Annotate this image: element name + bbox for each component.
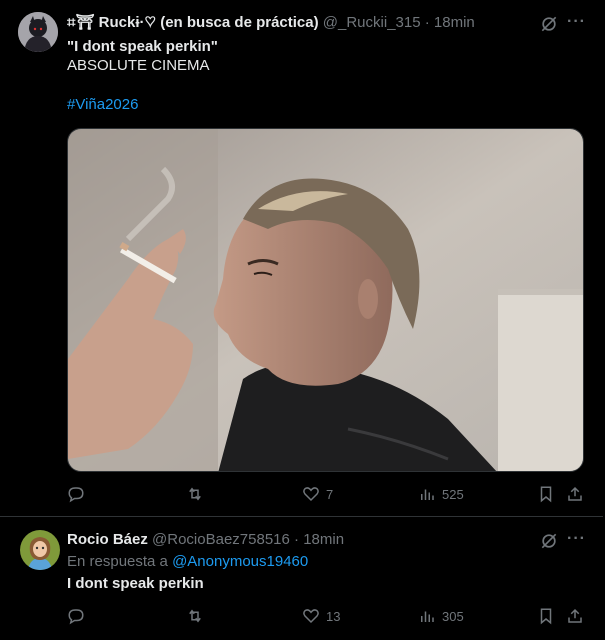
handle[interactable]: @_Ruckii_315 xyxy=(323,14,421,31)
like-count: 13 xyxy=(326,608,341,624)
tweet-text-line2: ABSOLUTE CINEMA xyxy=(67,57,210,74)
bookmark-button[interactable] xyxy=(537,485,555,503)
reply-icon xyxy=(68,487,84,503)
share-icon xyxy=(568,608,582,623)
grok-icon[interactable] xyxy=(539,531,559,551)
avatar[interactable] xyxy=(20,530,60,570)
avatar-image xyxy=(18,12,58,52)
reply-prefix: En respuesta a xyxy=(67,553,168,570)
tweet-header: Rocio Báez @RocioBaez758516 · 18min xyxy=(67,530,533,550)
bookmark-icon xyxy=(540,486,552,503)
bookmark-button[interactable] xyxy=(537,607,555,625)
handle[interactable]: @RocioBaez758516 xyxy=(152,531,290,548)
tweet-media-image[interactable] xyxy=(67,128,584,472)
more-options-icon[interactable]: ··· xyxy=(567,530,586,548)
heart-icon xyxy=(303,609,319,624)
views-button[interactable]: 305 xyxy=(418,607,464,625)
display-name[interactable]: Rocio Báez xyxy=(67,531,148,548)
reply-tweet[interactable]: Rocio Báez @RocioBaez758516 · 18min ··· … xyxy=(0,517,603,640)
like-button[interactable]: 13 xyxy=(302,607,340,625)
retweet-button[interactable] xyxy=(186,485,210,503)
photo xyxy=(68,129,583,471)
view-count: 305 xyxy=(442,608,464,624)
tweet-text-line1: "I dont speak perkin" xyxy=(67,38,218,55)
display-name[interactable]: ⌗⛩ Ruckɨ·♡ (en busca de práctica) xyxy=(67,14,319,31)
reply-button[interactable] xyxy=(67,485,91,503)
avatar[interactable] xyxy=(18,12,58,52)
reply-context: En respuesta a @Anonymous19460 xyxy=(67,552,308,572)
like-count: 7 xyxy=(326,486,334,502)
view-count: 525 xyxy=(442,486,464,502)
like-button[interactable]: 7 xyxy=(302,485,333,503)
reply-to-link[interactable]: @Anonymous19460 xyxy=(172,553,308,570)
hashtag-link[interactable]: #Viña2026 xyxy=(67,95,138,115)
analytics-icon xyxy=(421,611,434,622)
more-options-icon[interactable]: ··· xyxy=(567,13,586,31)
tweet-header: ⌗⛩ Ruckɨ·♡ (en busca de práctica) @_Ruck… xyxy=(67,13,533,33)
separator: · xyxy=(294,531,300,548)
analytics-icon xyxy=(421,489,434,500)
bookmark-icon xyxy=(540,608,552,625)
views-button[interactable]: 525 xyxy=(418,485,464,503)
reply-icon xyxy=(68,609,84,625)
timestamp[interactable]: 18min xyxy=(303,531,344,548)
retweet-icon xyxy=(189,609,201,623)
retweet-button[interactable] xyxy=(186,607,210,625)
separator: · xyxy=(424,14,430,31)
retweet-icon xyxy=(189,487,201,501)
share-button[interactable] xyxy=(566,485,584,503)
share-icon xyxy=(568,486,582,501)
tweet[interactable]: ⌗⛩ Ruckɨ·♡ (en busca de práctica) @_Ruck… xyxy=(0,0,603,517)
reply-button[interactable] xyxy=(67,607,91,625)
grok-icon[interactable] xyxy=(539,14,559,34)
tweet-text: I dont speak perkin xyxy=(67,575,204,592)
share-button[interactable] xyxy=(566,607,584,625)
heart-icon xyxy=(303,487,319,502)
timestamp[interactable]: 18min xyxy=(434,14,475,31)
avatar-image xyxy=(20,530,60,570)
